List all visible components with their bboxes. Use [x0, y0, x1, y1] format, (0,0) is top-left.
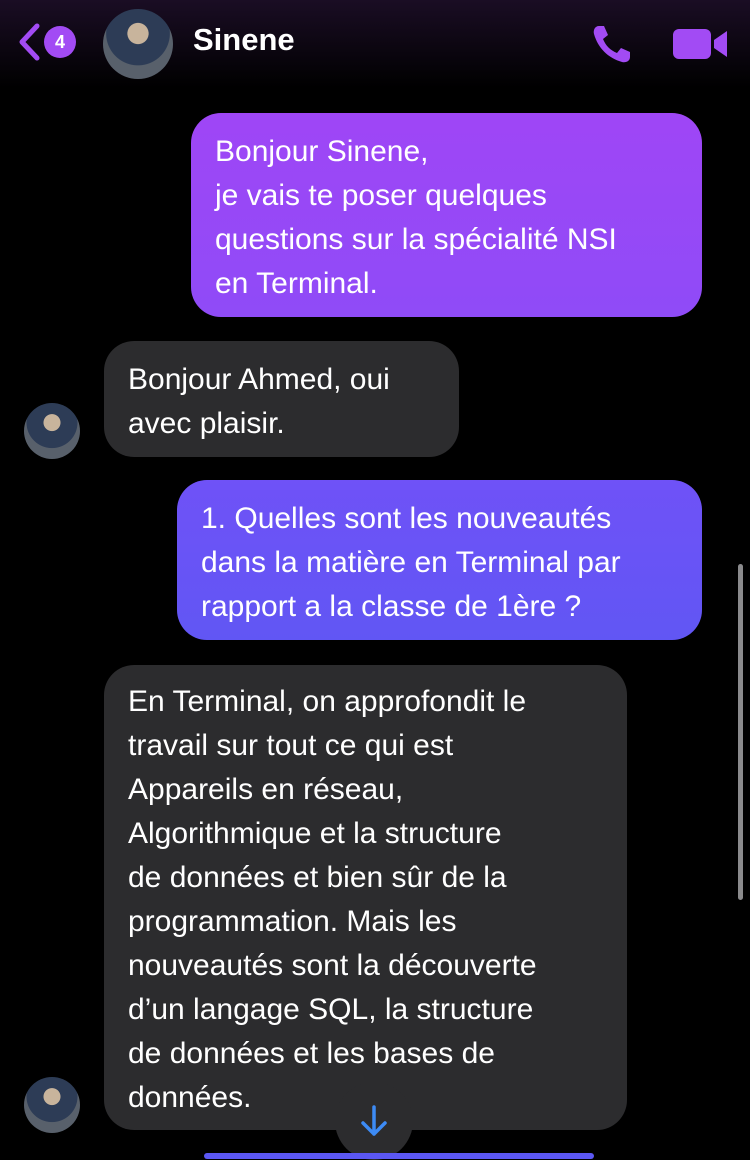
video-camera-icon: [673, 29, 727, 59]
arrow-down-icon: [361, 1105, 387, 1136]
message-bubble-edge: [204, 1153, 594, 1159]
chat-header: 4 Sinene: [0, 0, 750, 88]
back-button[interactable]: 4: [16, 22, 78, 62]
chevron-left-icon: [19, 23, 40, 61]
video-call-button[interactable]: [672, 26, 728, 62]
message-bubble-incoming[interactable]: Bonjour Ahmed, oui avec plaisir.: [104, 341, 459, 457]
contact-avatar-small[interactable]: [24, 1077, 80, 1133]
call-button[interactable]: [590, 22, 638, 66]
message-bubble-incoming[interactable]: En Terminal, on approfondit le travail s…: [104, 665, 627, 1130]
scroll-down-button[interactable]: [335, 1082, 413, 1160]
scrollbar[interactable]: [738, 564, 743, 900]
message-bubble-outgoing[interactable]: Bonjour Sinene, je vais te poser quelque…: [191, 113, 702, 317]
contact-name[interactable]: Sinene: [193, 22, 295, 58]
contact-avatar-small[interactable]: [24, 403, 80, 459]
contact-avatar[interactable]: [103, 9, 173, 79]
phone-icon: [593, 26, 630, 63]
unread-count-badge: 4: [44, 26, 76, 58]
message-bubble-outgoing[interactable]: 1. Quelles sont les nouveautés dans la m…: [177, 480, 702, 640]
